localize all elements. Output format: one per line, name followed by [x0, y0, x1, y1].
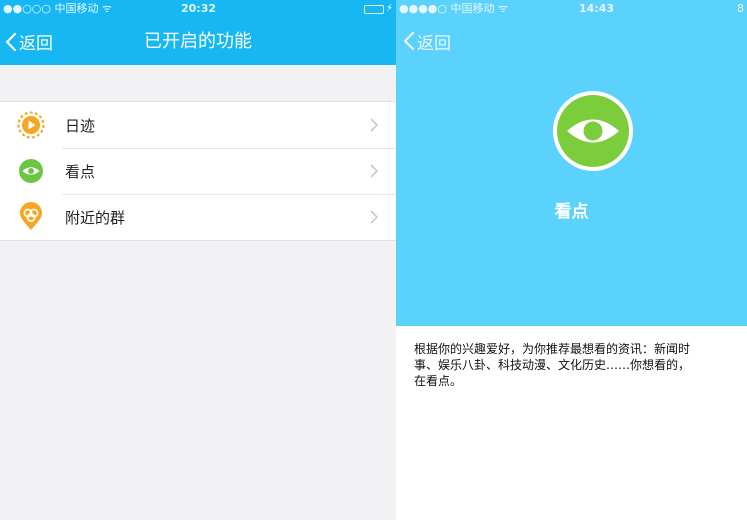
- description-line: 在看点。: [414, 374, 463, 388]
- back-button[interactable]: 返回: [403, 18, 451, 64]
- status-time: 20:32: [181, 2, 217, 15]
- list-item-label: 看点: [65, 162, 96, 181]
- list-item-label: 附近的群: [65, 208, 126, 227]
- feature-description: 根据你的兴趣爱好，为你推荐最想看的资讯：新闻时 事、娱乐八卦、科技动漫、文化历史…: [414, 341, 747, 389]
- list-item-label: 日迹: [65, 116, 96, 135]
- page-title: 已开启的功能: [144, 31, 252, 52]
- description-line: 事、娱乐八卦、科技动漫、文化历史……你想看的，: [414, 358, 691, 372]
- feature-list: 日迹 看点 附近的群: [0, 101, 396, 241]
- chevron-left-icon: [403, 31, 415, 51]
- feature-header: ●●●●○ 中国移动 ᯤ 14:43 8 返回 看点: [396, 0, 747, 326]
- description-line: 根据你的兴趣爱好，为你推荐最想看的资讯：新闻时: [414, 342, 691, 356]
- status-bar: ●●●●○ 中国移动 ᯤ 14:43 8: [396, 0, 747, 18]
- list-item-nearby-groups[interactable]: 附近的群: [0, 194, 396, 240]
- navigation-bar: 返回 已开启的功能: [0, 18, 396, 65]
- status-indicator: 8: [737, 2, 744, 15]
- chevron-right-icon: [370, 118, 378, 132]
- eye-icon: [553, 91, 633, 171]
- battery-icon: [364, 5, 384, 14]
- list-item-riji[interactable]: 日迹: [0, 102, 396, 148]
- nearby-group-icon: [17, 202, 45, 231]
- play-record-icon: [17, 111, 45, 139]
- status-time: 14:43: [579, 2, 615, 15]
- chevron-right-icon: [370, 164, 378, 178]
- carrier-signal: ●●○○○ 中国移动 ᯤ: [3, 2, 113, 15]
- feature-title: 看点: [554, 202, 589, 222]
- carrier-signal: ●●●●○ 中国移动 ᯤ: [399, 2, 509, 15]
- charging-icon: ⚡: [385, 3, 393, 14]
- list-item-kandian[interactable]: 看点: [0, 148, 396, 194]
- enabled-features-screen: ●●○○○ 中国移动 ᯤ 20:32 ⚡ 返回 已开启的功能 日迹 看点 附近的…: [0, 0, 396, 520]
- eye-icon: [17, 157, 45, 185]
- feature-detail-screen: ●●●●○ 中国移动 ᯤ 14:43 8 返回 看点 根据你的兴趣爱好，为你推荐…: [396, 0, 747, 520]
- status-bar: ●●○○○ 中国移动 ᯤ 20:32 ⚡: [0, 0, 396, 18]
- chevron-right-icon: [370, 210, 378, 224]
- back-label: 返回: [417, 33, 451, 54]
